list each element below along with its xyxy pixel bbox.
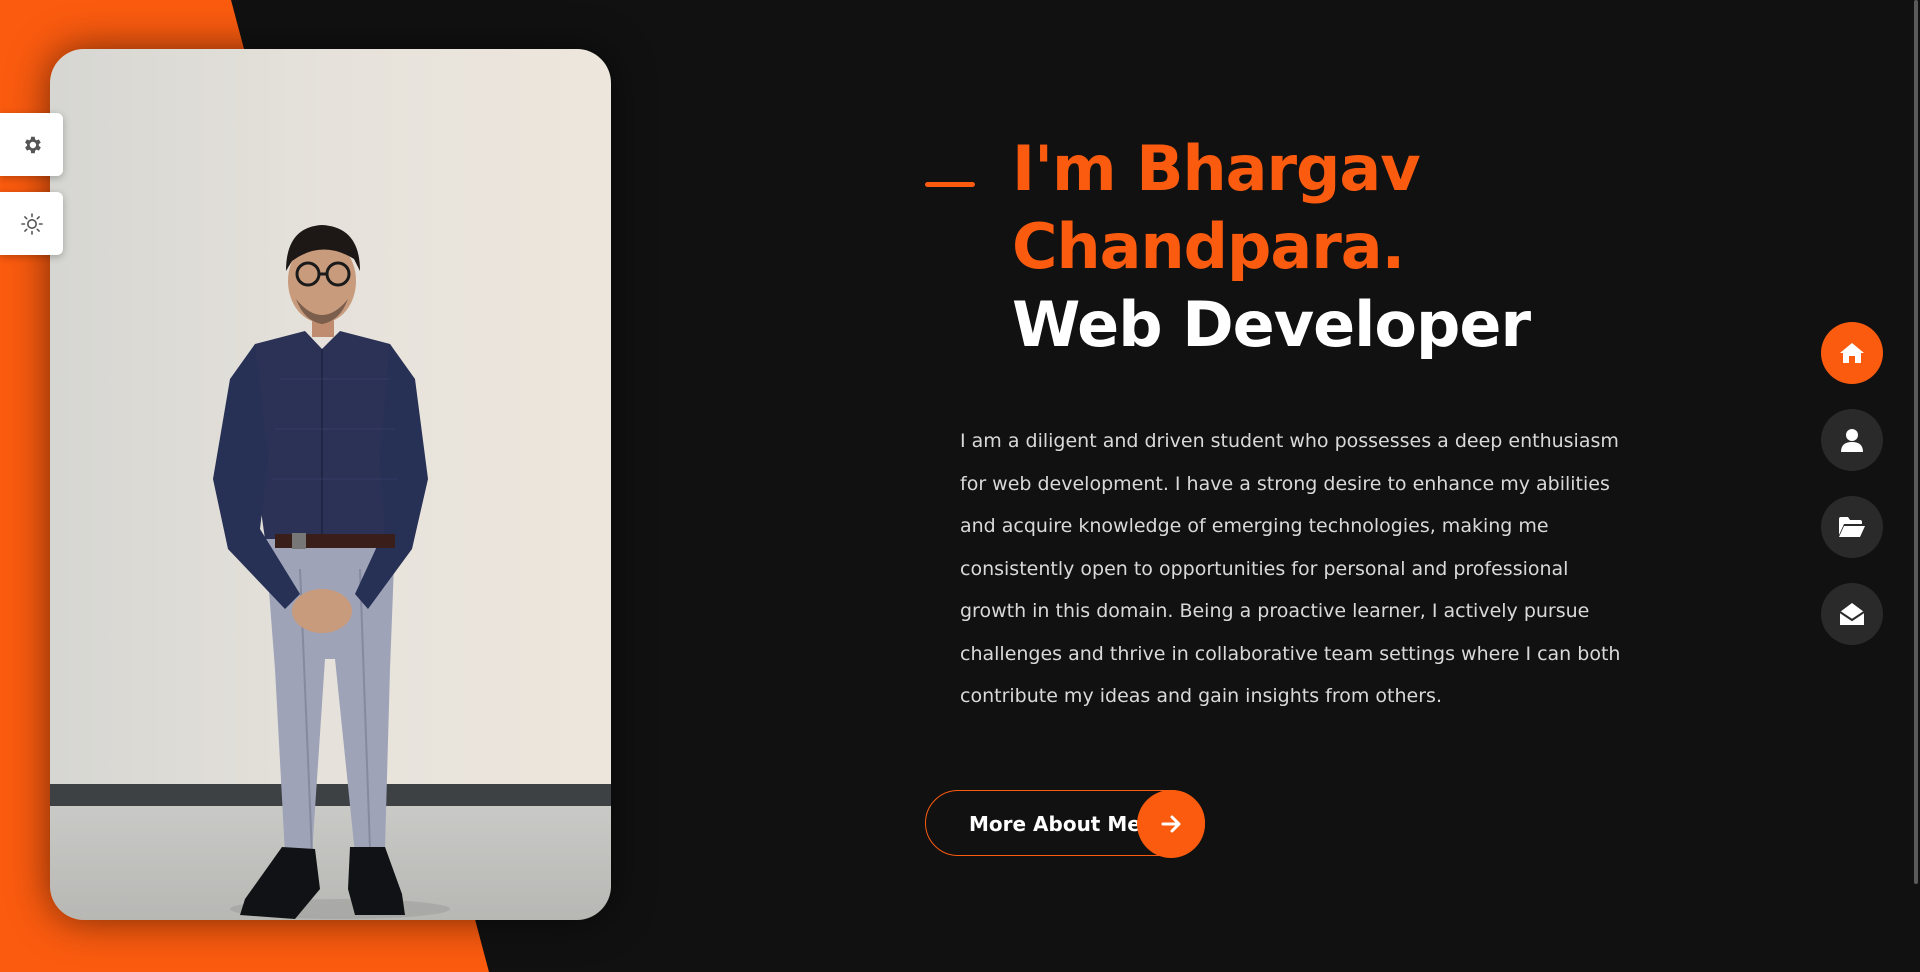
- more-about-me-label: More About Me: [969, 812, 1141, 836]
- page: I'm Bhargav Chandpara. Web Developer I a…: [0, 0, 1920, 972]
- home-icon: [1840, 343, 1864, 363]
- nav-item-portfolio[interactable]: [1821, 496, 1883, 558]
- hero-role: Web Developer: [1012, 288, 1531, 361]
- hero-name-line1: I'm Bhargav: [1012, 132, 1421, 205]
- hero-section: I'm Bhargav Chandpara. Web Developer I a…: [920, 130, 1640, 858]
- envelope-open-icon: [1839, 603, 1865, 625]
- nav-item-about[interactable]: [1821, 409, 1883, 471]
- arrow-right-icon: [1137, 790, 1205, 858]
- theme-toggle-button[interactable]: [0, 192, 63, 255]
- gear-icon: [24, 136, 41, 153]
- settings-button[interactable]: [0, 113, 63, 176]
- hero-description: I am a diligent and driven student who p…: [960, 430, 1621, 707]
- user-icon: [1841, 429, 1863, 452]
- folder-open-icon: [1839, 517, 1865, 537]
- profile-photo: [50, 49, 611, 920]
- hero-title: I'm Bhargav Chandpara. Web Developer: [1012, 130, 1640, 364]
- hero-name-line2: Chandpara.: [1012, 210, 1405, 283]
- side-navigation: [1821, 322, 1883, 670]
- nav-item-home[interactable]: [1821, 322, 1883, 384]
- sun-icon: [20, 212, 43, 235]
- nav-item-contact[interactable]: [1821, 583, 1883, 645]
- title-accent-dash: [925, 182, 975, 187]
- page-scrollbar[interactable]: [1914, 0, 1918, 884]
- more-about-me-button[interactable]: More About Me: [925, 790, 1205, 858]
